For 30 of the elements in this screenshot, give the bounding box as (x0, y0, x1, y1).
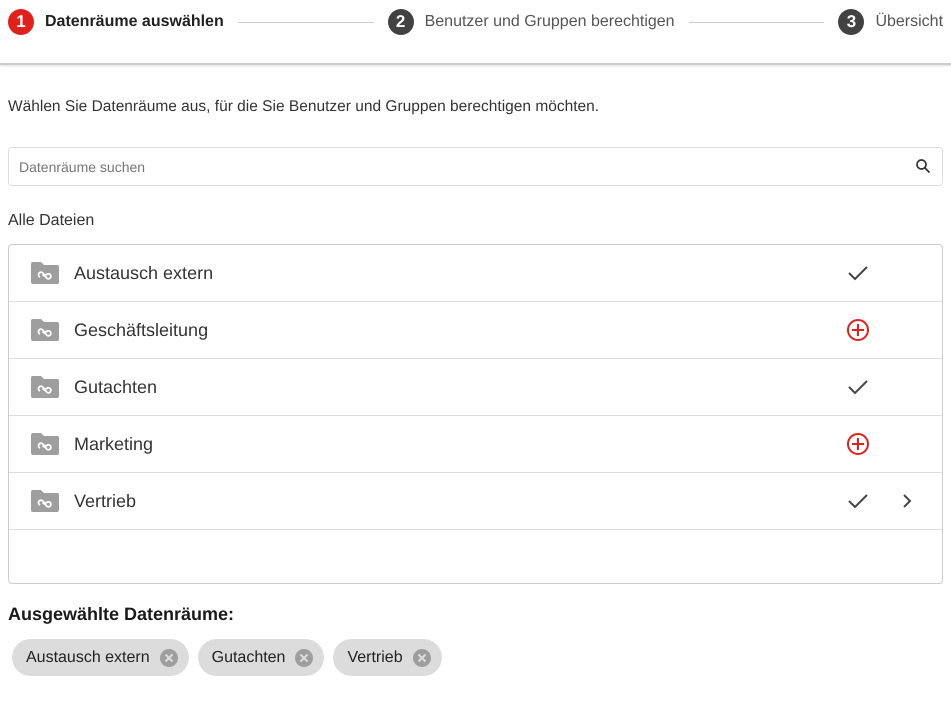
chip-label: Austausch extern (26, 648, 150, 666)
list-title: Alle Dateien (8, 212, 96, 230)
folder-icon (31, 375, 59, 399)
list-item[interactable]: Geschäftsleitung (9, 302, 942, 359)
check-icon[interactable] (848, 493, 868, 509)
folder-icon (31, 489, 59, 513)
folder-icon (31, 432, 59, 456)
check-icon[interactable] (848, 265, 868, 281)
check-icon[interactable] (848, 379, 868, 395)
folder-icon (31, 318, 59, 342)
search-icon (914, 157, 932, 175)
add-icon[interactable] (846, 432, 870, 456)
list-item[interactable]: Austausch extern (9, 245, 942, 302)
chip-label: Gutachten (212, 648, 286, 666)
step-number[interactable]: 3 (838, 9, 864, 35)
step-label[interactable]: Datenräume auswählen (45, 13, 224, 31)
list-item[interactable]: Gutachten (9, 359, 942, 416)
step-label[interactable]: Benutzer und Gruppen berechtigen (424, 13, 675, 31)
step-number[interactable]: 1 (8, 9, 34, 35)
intro-text: Wählen Sie Datenräume aus, für die Sie Benutzer und Gruppen berechtigen möchten. (8, 97, 600, 117)
chevron-right-icon[interactable] (902, 494, 912, 508)
step-label[interactable]: Übersicht (875, 13, 944, 31)
folder-icon (31, 261, 59, 285)
selected-title: Ausgewählte Datenräume: (8, 604, 236, 625)
list-item[interactable]: Marketing (9, 416, 942, 473)
chip-label: Vertrieb (347, 648, 403, 666)
list-item[interactable]: Vertrieb (9, 473, 942, 530)
add-icon[interactable] (846, 318, 870, 342)
search-field[interactable]: Datenräume suchen (8, 147, 943, 186)
step-number[interactable]: 2 (388, 9, 414, 35)
